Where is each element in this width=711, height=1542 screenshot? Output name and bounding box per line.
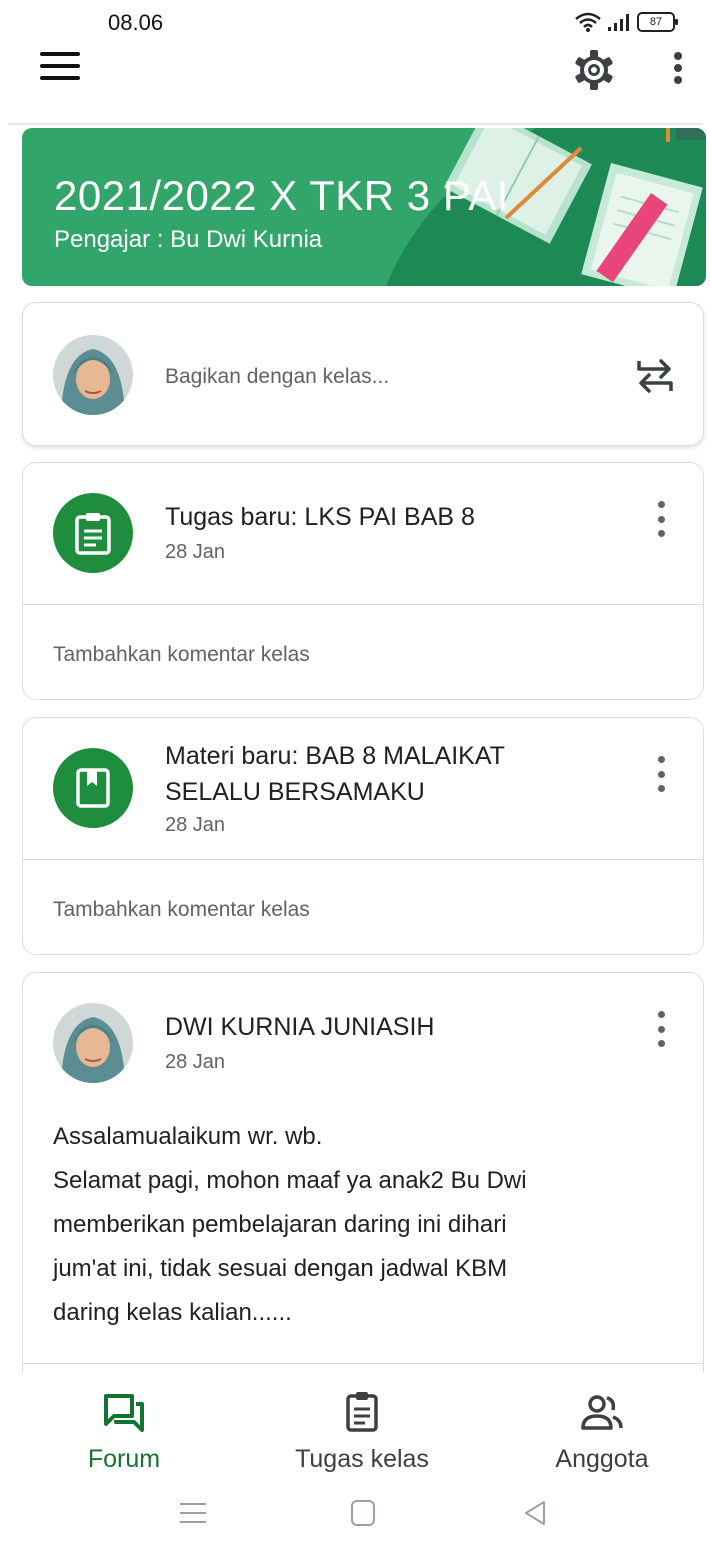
nav-classwork-tab[interactable]: Tugas kelas	[276, 1390, 448, 1474]
menu-icon-bar	[40, 64, 80, 68]
menu-button[interactable]	[40, 50, 80, 82]
more-vert-icon	[657, 1025, 665, 1033]
wifi-icon	[575, 12, 601, 32]
menu-icon-bar	[40, 76, 80, 80]
people-icon	[581, 1395, 623, 1430]
nav-classwork-label: Tugas kelas	[295, 1445, 429, 1473]
post-date: 28 Jan	[165, 1051, 226, 1073]
classwork-icon	[346, 1392, 378, 1432]
status-icons: 87	[575, 12, 678, 32]
card-divider	[23, 604, 703, 605]
class-banner[interactable]: 2021/2022 X TKR 3 PAI Pengajar : Bu Dwi …	[22, 128, 706, 286]
more-vert-icon	[657, 770, 665, 778]
more-vert-icon	[657, 515, 665, 523]
nav-people-tab[interactable]: Anggota	[536, 1390, 668, 1474]
share-with-class-card[interactable]: Bagikan dengan kelas...	[22, 302, 704, 446]
post-more-button[interactable]	[653, 756, 669, 792]
announcement-post-card[interactable]: DWI KURNIA JUNIASIH 28 Jan Assalamualaik…	[22, 972, 704, 1432]
assignment-icon-badge	[53, 493, 133, 573]
more-vert-icon	[657, 1040, 665, 1047]
post-date: 28 Jan	[165, 541, 226, 563]
post-author: DWI KURNIA JUNIASIH	[165, 1013, 435, 1041]
material-post-card[interactable]: Materi baru: BAB 8 MALAIKAT SELALU BERSA…	[22, 717, 704, 955]
battery-icon: 87	[637, 12, 678, 32]
post-title: Tugas baru: LKS PAI BAB 8	[165, 503, 475, 531]
announcement-body: Assalamualaikum wr. wb. Selamat pagi, mo…	[53, 1115, 673, 1335]
add-class-comment-link[interactable]: Tambahkan komentar kelas	[53, 643, 310, 667]
menu-icon-bar	[40, 52, 80, 56]
announcement-line: memberikan pembelajaran daring ini dihar…	[53, 1211, 507, 1238]
more-vert-icon	[657, 785, 665, 792]
add-class-comment-link[interactable]: Tambahkan komentar kelas	[53, 898, 310, 922]
settings-gear-icon[interactable]	[572, 48, 616, 92]
back-icon[interactable]	[518, 1498, 552, 1528]
assignment-icon	[75, 513, 111, 555]
post-title-line1: Materi baru: BAB 8 MALAIKAT	[165, 742, 505, 770]
teacher-avatar-image	[53, 1003, 133, 1083]
appbar-divider	[8, 123, 703, 125]
announcement-line: Selamat pagi, mohon maaf ya anak2 Bu Dwi	[53, 1167, 527, 1194]
material-icon	[76, 768, 110, 808]
avatar	[53, 335, 133, 415]
home-icon[interactable]	[346, 1498, 380, 1528]
nav-people-label: Anggota	[555, 1445, 649, 1473]
announcement-line: Assalamualaikum wr. wb.	[53, 1123, 323, 1150]
avatar	[53, 1003, 133, 1083]
announcement-line: jum'at ini, tidak sesuai dengan jadwal K…	[53, 1255, 508, 1282]
system-navigation-bar	[0, 1484, 711, 1542]
class-teacher: Pengajar : Bu Dwi Kurnia	[54, 226, 323, 253]
more-vert-icon	[674, 52, 682, 84]
material-icon-badge	[53, 748, 133, 828]
recent-apps-icon[interactable]	[176, 1498, 210, 1528]
forum-icon	[104, 1394, 144, 1432]
post-title-line2: SELALU BERSAMAKU	[165, 778, 425, 806]
class-title: 2021/2022 X TKR 3 PAI	[54, 172, 509, 219]
repost-button[interactable]	[635, 353, 675, 397]
post-more-button[interactable]	[653, 501, 669, 537]
nav-forum-tab[interactable]: Forum	[68, 1390, 180, 1474]
more-vert-icon	[657, 1011, 665, 1018]
card-divider	[23, 1363, 703, 1364]
more-vert-icon	[657, 501, 665, 508]
more-options-button[interactable]	[664, 50, 692, 90]
share-input[interactable]: Bagikan dengan kelas...	[165, 365, 389, 389]
nav-forum-label: Forum	[87, 1445, 161, 1473]
announcement-line: daring kelas kalian......	[53, 1299, 292, 1326]
repost-icon	[637, 359, 673, 393]
post-more-button[interactable]	[653, 1011, 669, 1047]
teacher-avatar-image	[53, 335, 133, 415]
assignment-post-card[interactable]: Tugas baru: LKS PAI BAB 8 28 Jan Tambahk…	[22, 462, 704, 700]
signal-icon	[608, 14, 629, 31]
post-date: 28 Jan	[165, 814, 226, 836]
more-vert-icon	[657, 756, 665, 763]
status-time: 08.06	[108, 10, 164, 35]
more-vert-icon	[657, 530, 665, 537]
bottom-navigation: Forum Tugas kelas Anggota	[0, 1372, 711, 1484]
card-divider	[23, 859, 703, 860]
